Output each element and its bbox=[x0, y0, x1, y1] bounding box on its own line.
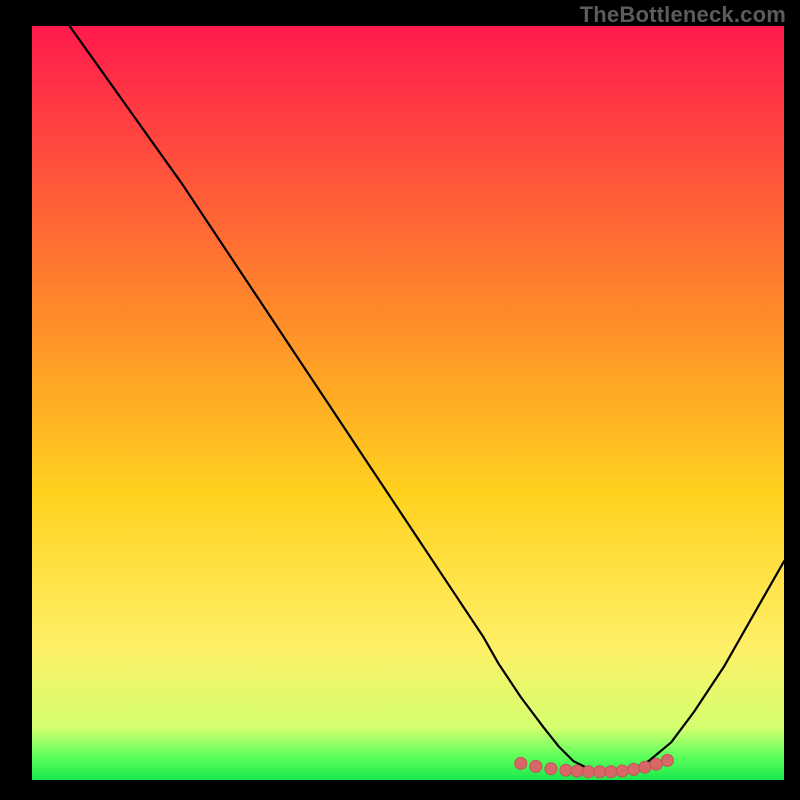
bottleneck-chart bbox=[0, 0, 800, 800]
marker-dot bbox=[594, 766, 606, 778]
marker-dot bbox=[545, 763, 557, 775]
marker-dot bbox=[616, 765, 628, 777]
marker-dot bbox=[530, 760, 542, 772]
chart-frame: TheBottleneck.com bbox=[0, 0, 800, 800]
marker-dot bbox=[515, 757, 527, 769]
marker-dot bbox=[571, 765, 583, 777]
watermark-text: TheBottleneck.com bbox=[580, 2, 786, 28]
marker-dot bbox=[639, 761, 651, 773]
marker-dot bbox=[661, 754, 673, 766]
marker-dot bbox=[605, 766, 617, 778]
marker-dot bbox=[560, 764, 572, 776]
marker-dot bbox=[628, 763, 640, 775]
plot-area bbox=[32, 26, 784, 780]
marker-dot bbox=[650, 758, 662, 770]
marker-dot bbox=[583, 766, 595, 778]
